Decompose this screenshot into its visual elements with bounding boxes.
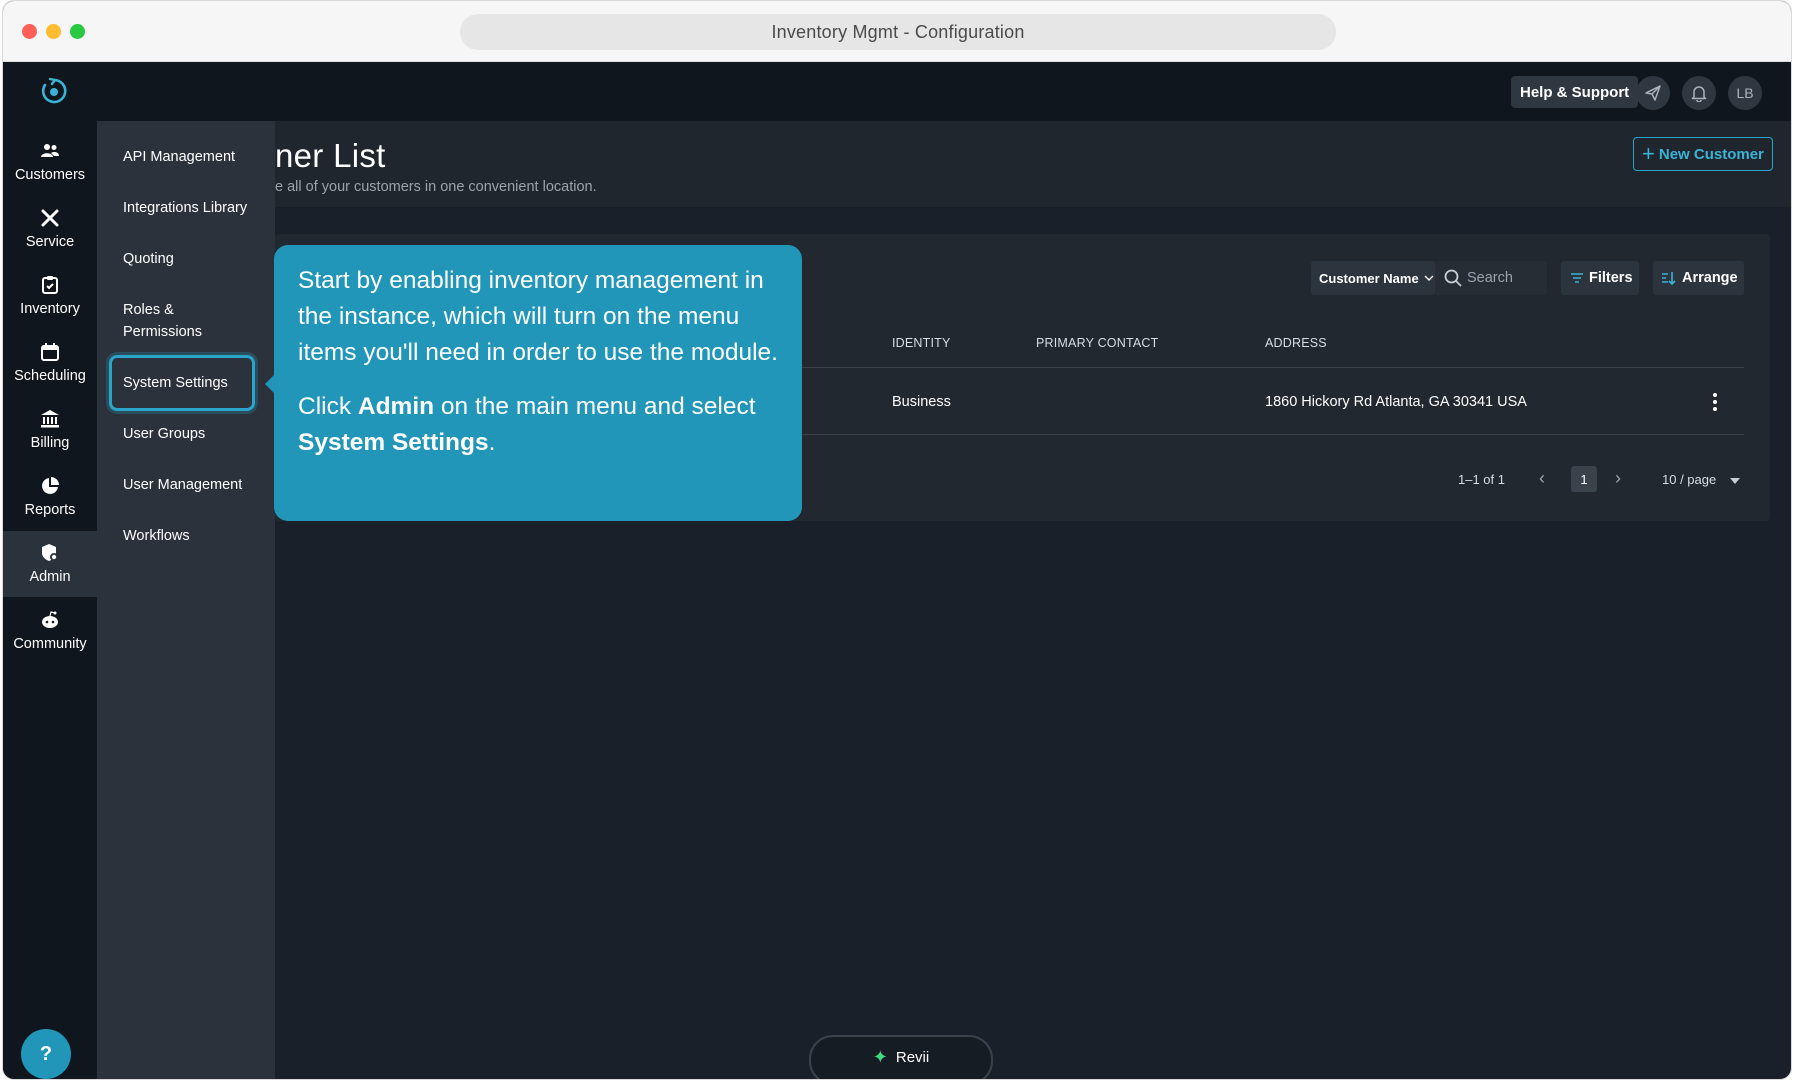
admin-shield-icon [42, 544, 58, 561]
nav-billing-label: Billing [30, 435, 70, 451]
nav-customers[interactable]: Customers [3, 129, 97, 195]
search-input[interactable]: Search [1435, 261, 1547, 295]
menu-item-user-management[interactable]: User Management [123, 474, 242, 496]
inventory-clipboard-icon [42, 276, 58, 294]
page-size-value: 10 / page [1662, 472, 1717, 487]
help-button[interactable]: ? [21, 1029, 71, 1079]
menu-item-integrations-library[interactable]: Integrations Library [123, 197, 247, 219]
nav-admin-label: Admin [29, 569, 71, 585]
field-select-value: Customer Name [1319, 270, 1419, 286]
minimize-window-button[interactable] [46, 24, 61, 39]
window-titlebar: Inventory Mgmt - Configuration [3, 1, 1791, 62]
current-page-button[interactable]: 1 [1571, 466, 1597, 492]
nav-service-label: Service [25, 234, 75, 250]
pagination-range: 1–1 of 1 [1458, 472, 1505, 487]
maximize-window-button[interactable] [70, 24, 85, 39]
column-header-address[interactable]: ADDRESS [1265, 336, 1327, 350]
page-subtitle: e all of your customers in one convenien… [275, 179, 597, 195]
pie-chart-icon [42, 477, 59, 494]
cell-identity: Business [892, 394, 951, 410]
bank-icon [41, 410, 59, 428]
community-icon [42, 611, 58, 628]
plus-icon: + [1642, 141, 1655, 166]
callout-paragraph-1: Start by enabling inventory management i… [298, 267, 778, 366]
caret-down-icon [1729, 478, 1740, 484]
nav-billing[interactable]: Billing [3, 397, 97, 463]
guide-callout: Start by enabling inventory management i… [274, 245, 802, 521]
calendar-icon [41, 343, 59, 361]
new-customer-button[interactable]: + New Customer [1633, 137, 1773, 171]
column-header-identity[interactable]: IDENTITY [892, 336, 951, 350]
close-window-button[interactable] [22, 24, 37, 39]
menu-item-roles-line1: Roles & [123, 302, 174, 318]
callout-text: . [488, 429, 496, 456]
callout-paragraph-2: Click Admin on the main menu and select … [298, 389, 778, 461]
customers-icon [41, 144, 59, 157]
nav-inventory-label: Inventory [20, 301, 80, 317]
user-avatar[interactable]: LB [1728, 76, 1762, 110]
menu-item-system-settings[interactable]: System Settings [123, 372, 228, 394]
menu-item-quoting[interactable]: Quoting [123, 248, 174, 270]
arrange-icon [1662, 272, 1676, 285]
nav-scheduling-label: Scheduling [14, 368, 86, 384]
filter-icon [1571, 273, 1583, 283]
field-select-dropdown[interactable]: Customer Name [1311, 261, 1435, 295]
page-size-select[interactable]: 10 / page [1662, 472, 1740, 487]
search-placeholder: Search [1467, 270, 1513, 286]
chevron-down-icon [1424, 275, 1434, 281]
search-icon [1444, 269, 1462, 287]
sparkle-icon: ✦ [872, 1046, 888, 1067]
callout-text: on the main menu and select [434, 393, 756, 420]
nav-service[interactable]: Service [3, 196, 97, 262]
cell-address: 1860 Hickory Rd Atlanta, GA 30341 USA [1265, 394, 1527, 410]
revii-label: Revii [895, 1048, 930, 1066]
next-page-chevron-icon[interactable]: › [1615, 468, 1621, 489]
arrange-button[interactable]: Arrange [1653, 261, 1744, 295]
page-title: ner List [275, 137, 386, 174]
send-icon[interactable] [1636, 76, 1670, 110]
filters-button[interactable]: Filters [1561, 261, 1639, 295]
arrange-label: Arrange [1682, 270, 1738, 286]
menu-item-workflows[interactable]: Workflows [123, 525, 190, 547]
menu-item-user-groups[interactable]: User Groups [123, 423, 205, 445]
app-logo-icon[interactable] [39, 76, 69, 106]
nav-community-label: Community [13, 636, 87, 652]
service-tools-icon [41, 209, 59, 227]
prev-page-chevron-icon[interactable]: ‹ [1539, 468, 1545, 489]
nav-reports-label: Reports [24, 502, 76, 518]
row-actions-kebab-icon[interactable] [1713, 393, 1719, 411]
menu-item-api-management[interactable]: API Management [123, 146, 235, 168]
nav-customers-label: Customers [14, 167, 86, 183]
nav-scheduling[interactable]: Scheduling [3, 330, 97, 396]
help-support-button[interactable]: Help & Support [1511, 76, 1639, 108]
menu-item-roles-line2: Permissions [123, 324, 202, 340]
nav-inventory[interactable]: Inventory [3, 263, 97, 329]
column-header-primary-contact[interactable]: PRIMARY CONTACT [1036, 336, 1158, 350]
nav-admin[interactable]: Admin [3, 531, 97, 597]
callout-text: Click [298, 393, 358, 420]
nav-community[interactable]: Community [3, 598, 97, 664]
app-header: Help & Support LB [3, 62, 1791, 121]
main-nav-rail: Customers Service Inventory Scheduling B… [3, 121, 97, 1079]
new-customer-label: New Customer [1658, 145, 1764, 163]
filters-label: Filters [1589, 270, 1633, 286]
menu-item-roles-permissions[interactable]: Roles & Permissions [123, 299, 202, 343]
app-window: Inventory Mgmt - Configuration Help & Su… [2, 0, 1792, 1080]
notifications-bell-icon[interactable] [1682, 76, 1716, 110]
callout-bold-admin: Admin [357, 393, 435, 420]
callout-bold-system-settings: System Settings [298, 429, 489, 456]
address-bar[interactable]: Inventory Mgmt - Configuration [460, 14, 1336, 50]
revii-assistant-button[interactable]: ✦ Revii [809, 1035, 993, 1079]
nav-reports[interactable]: Reports [3, 464, 97, 530]
page-header: ner List e all of your customers in one … [275, 121, 1791, 207]
admin-flyout-menu: API Management Integrations Library Quot… [97, 121, 275, 1079]
